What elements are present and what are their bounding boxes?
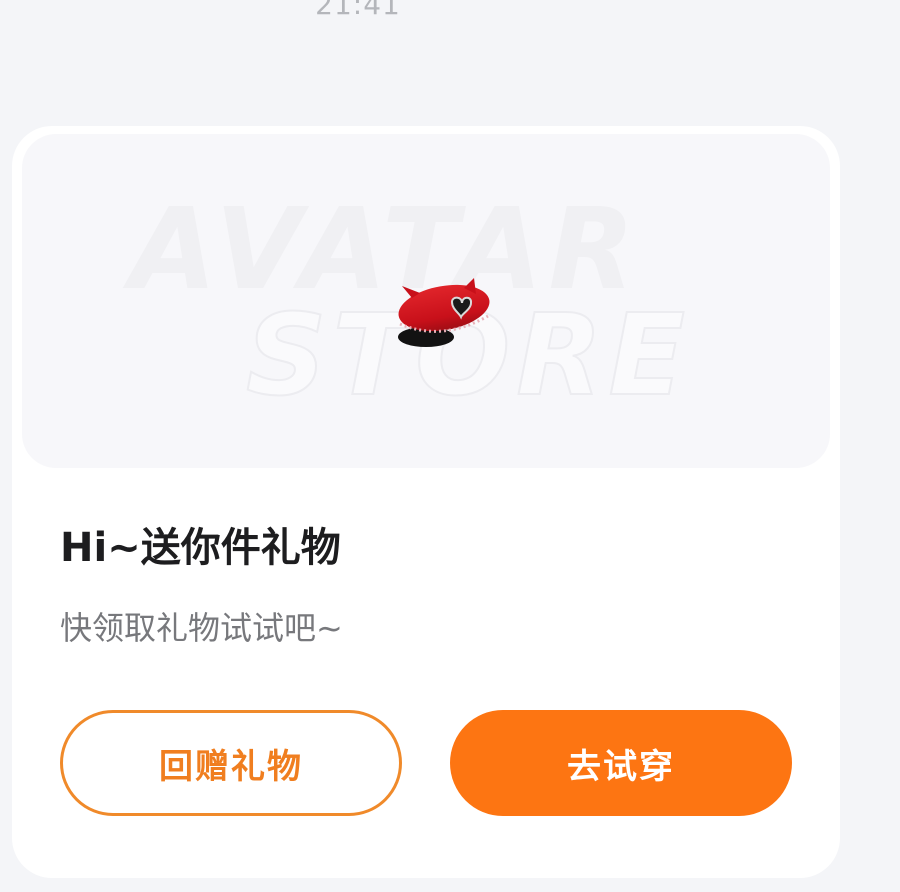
red-beret-hat-icon bbox=[398, 278, 490, 347]
return-gift-button[interactable]: 回赠礼物 bbox=[60, 710, 402, 816]
try-on-label: 去试穿 bbox=[567, 746, 675, 787]
gift-banner: AVATAR STORE bbox=[22, 134, 830, 468]
gift-title: Hi~送你件礼物 bbox=[60, 525, 341, 571]
gift-card[interactable]: AVATAR STORE Hi~送你件礼物 快领取礼物试试吧~ 回赠礼物 去试穿 bbox=[12, 126, 840, 878]
message-timestamp: 21:41 bbox=[315, 0, 401, 21]
try-on-button[interactable]: 去试穿 bbox=[450, 710, 792, 816]
gift-subtitle: 快领取礼物试试吧~ bbox=[60, 609, 343, 647]
return-gift-label: 回赠礼物 bbox=[159, 746, 303, 787]
